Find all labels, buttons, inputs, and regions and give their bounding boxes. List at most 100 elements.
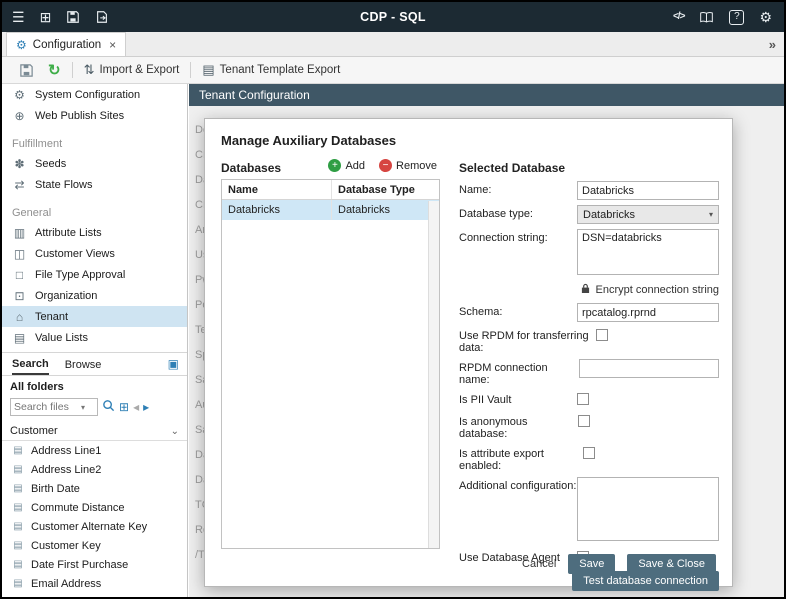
toolbar-save-icon[interactable] bbox=[12, 57, 41, 83]
name-label: Name: bbox=[459, 181, 491, 196]
apps-grid-icon[interactable]: ⊞ bbox=[40, 10, 52, 24]
table-row[interactable]: Databricks Databricks bbox=[222, 200, 439, 220]
field-list-item[interactable]: ▤ Address Line1 bbox=[2, 441, 187, 460]
sidebar-item-seeds[interactable]: ✽ Seeds bbox=[2, 153, 187, 174]
code-icon[interactable]: </> bbox=[673, 12, 684, 22]
is-anonymous-database-checkbox[interactable] bbox=[578, 415, 590, 427]
field-list-item[interactable]: ▤ Email Address bbox=[2, 574, 187, 593]
test-database-connection-button[interactable]: Test database connection bbox=[572, 571, 719, 591]
remove-database-button[interactable]: − Remove bbox=[379, 159, 437, 172]
attribute-icon: ▤ bbox=[12, 502, 24, 513]
database-type-label: Database type: bbox=[459, 205, 533, 220]
database-type-select[interactable]: Databricks ▾ bbox=[577, 205, 719, 224]
save-icon[interactable] bbox=[66, 10, 80, 24]
connection-string-field[interactable]: DSN=databricks bbox=[577, 229, 719, 275]
sidebar-item-file-type-approval[interactable]: □ File Type Approval bbox=[2, 264, 187, 285]
tab-close-icon[interactable]: × bbox=[109, 38, 116, 52]
use-rpdm-label: Use RPDM for transferring data: bbox=[459, 327, 596, 354]
field-label: Commute Distance bbox=[31, 502, 125, 514]
is-attribute-export-enabled-checkbox[interactable] bbox=[583, 447, 595, 459]
settings-icon[interactable]: ⚙ bbox=[759, 10, 772, 24]
encrypt-connection-string-link[interactable]: Encrypt connection string bbox=[459, 283, 719, 297]
gear-icon: ⚙ bbox=[12, 88, 27, 102]
database-type-value: Databricks bbox=[583, 209, 635, 221]
cancel-button[interactable]: Cancel bbox=[522, 558, 556, 570]
attribute-icon: ▤ bbox=[12, 521, 24, 532]
add-remove-toolbar: + Add − Remove bbox=[328, 159, 437, 172]
sidebar-item-state-flows[interactable]: ⇄ State Flows bbox=[2, 174, 187, 195]
book-icon[interactable] bbox=[699, 11, 714, 24]
sidebar-item-system-configuration[interactable]: ⚙ System Configuration bbox=[2, 84, 187, 105]
sidebar-item-organization[interactable]: ⊡ Organization bbox=[2, 285, 187, 306]
table-export-icon[interactable]: ▦ bbox=[147, 596, 159, 597]
sidebar-item-value-lists[interactable]: ▤ Value Lists bbox=[2, 327, 187, 348]
sidebar-item-web-publish-sites[interactable]: ⊕ Web Publish Sites bbox=[2, 105, 187, 126]
menu-icon[interactable]: ☰ bbox=[12, 10, 25, 24]
save-and-close-button[interactable]: Save & Close bbox=[627, 554, 716, 574]
rpdm-connection-name-label: RPDM connection name: bbox=[459, 359, 579, 386]
tenant-template-export-button[interactable]: ▤ Tenant Template Export bbox=[195, 57, 347, 83]
customer-group-header[interactable]: Customer ⌄ bbox=[2, 421, 187, 441]
sidebar-item-tenant[interactable]: ⌂ Tenant bbox=[2, 306, 187, 327]
field-list-item[interactable]: ▤ Address Line2 bbox=[2, 460, 187, 479]
databases-label: Databases bbox=[221, 161, 281, 175]
attribute-icon: ▤ bbox=[12, 540, 24, 551]
tree-view-icon[interactable]: ⊞ bbox=[119, 400, 129, 414]
field-list-item[interactable]: ▤ Commute Distance bbox=[2, 498, 187, 517]
attribute-icon: ▤ bbox=[12, 445, 24, 456]
list-icon: ▥ bbox=[12, 226, 27, 240]
save-button[interactable]: Save bbox=[568, 554, 615, 574]
is-pii-vault-label: Is PII Vault bbox=[459, 391, 511, 406]
grid-view-icon[interactable]: ▦ bbox=[167, 596, 179, 597]
field-label: Customer Key bbox=[31, 540, 101, 552]
sidebar-item-customer-views[interactable]: ◫ Customer Views bbox=[2, 243, 187, 264]
titlebar: ☰ ⊞ CDP - SQL </> ? ⚙ bbox=[2, 2, 784, 32]
help-icon[interactable]: ? bbox=[729, 10, 744, 25]
tab-bar: ⚙ Configuration × » bbox=[2, 32, 784, 57]
selected-database-form: Name: Database type: Databricks ▾ Connec… bbox=[459, 181, 719, 591]
attribute-icon: ▤ bbox=[12, 578, 24, 589]
sidebar-item-attribute-lists[interactable]: ▥ Attribute Lists bbox=[2, 222, 187, 243]
group-label: Customer bbox=[10, 425, 58, 437]
column-header-database-type: Database Type bbox=[332, 180, 439, 199]
dialog-title: Manage Auxiliary Databases bbox=[221, 133, 396, 148]
org-chart-icon: ⊡ bbox=[12, 289, 27, 303]
refresh-icon[interactable]: ↻ bbox=[41, 57, 68, 83]
titlebar-left-icons: ☰ ⊞ bbox=[2, 10, 109, 24]
schema-label: Schema: bbox=[459, 303, 502, 318]
add-database-button[interactable]: + Add bbox=[328, 159, 365, 172]
rpdm-connection-name-field[interactable] bbox=[579, 359, 719, 378]
search-files-input[interactable] bbox=[11, 401, 81, 413]
chevron-down-icon: ▾ bbox=[709, 210, 713, 219]
section-general: General bbox=[2, 200, 187, 222]
name-field[interactable] bbox=[577, 181, 719, 200]
browser-tabs: Search Browse ▣ bbox=[2, 352, 187, 376]
import-export-button[interactable]: ⇅ Import & Export bbox=[77, 57, 187, 83]
chevron-down-icon[interactable]: ▾ bbox=[81, 403, 87, 412]
toolbar: ↻ ⇅ Import & Export ▤ Tenant Template Ex… bbox=[2, 57, 784, 84]
field-list-item[interactable]: ▤ Birth Date bbox=[2, 479, 187, 498]
tab-configuration[interactable]: ⚙ Configuration × bbox=[6, 32, 126, 56]
cell-name: Databricks bbox=[222, 200, 332, 220]
tab-search[interactable]: Search bbox=[12, 354, 49, 375]
next-arrow-icon[interactable]: ▸ bbox=[143, 400, 149, 414]
additional-configuration-field[interactable] bbox=[577, 477, 719, 541]
lock-icon bbox=[581, 283, 590, 297]
globe-icon: ⊕ bbox=[12, 109, 27, 123]
folder-settings-icon[interactable]: ▣ bbox=[168, 357, 179, 371]
export-document-icon[interactable] bbox=[95, 10, 109, 24]
is-pii-vault-checkbox[interactable] bbox=[577, 393, 589, 405]
tab-overflow-icon[interactable]: » bbox=[769, 37, 784, 56]
sidebar-item-label: State Flows bbox=[35, 179, 92, 191]
prev-arrow-icon[interactable]: ◂ bbox=[133, 400, 139, 414]
seed-icon: ✽ bbox=[12, 157, 27, 171]
table-scrollbar[interactable] bbox=[428, 201, 439, 548]
use-rpdm-checkbox[interactable] bbox=[596, 329, 608, 341]
field-list-item[interactable]: ▤ Customer Key bbox=[2, 536, 187, 555]
field-list-item[interactable]: ▤ Date First Purchase bbox=[2, 555, 187, 574]
tab-browse[interactable]: Browse bbox=[65, 355, 102, 374]
search-icon[interactable] bbox=[102, 399, 115, 415]
field-list-item[interactable]: ▤ Customer Alternate Key bbox=[2, 517, 187, 536]
schema-field[interactable] bbox=[577, 303, 719, 322]
collapse-chevron-icon[interactable]: ⌄ bbox=[171, 426, 179, 437]
